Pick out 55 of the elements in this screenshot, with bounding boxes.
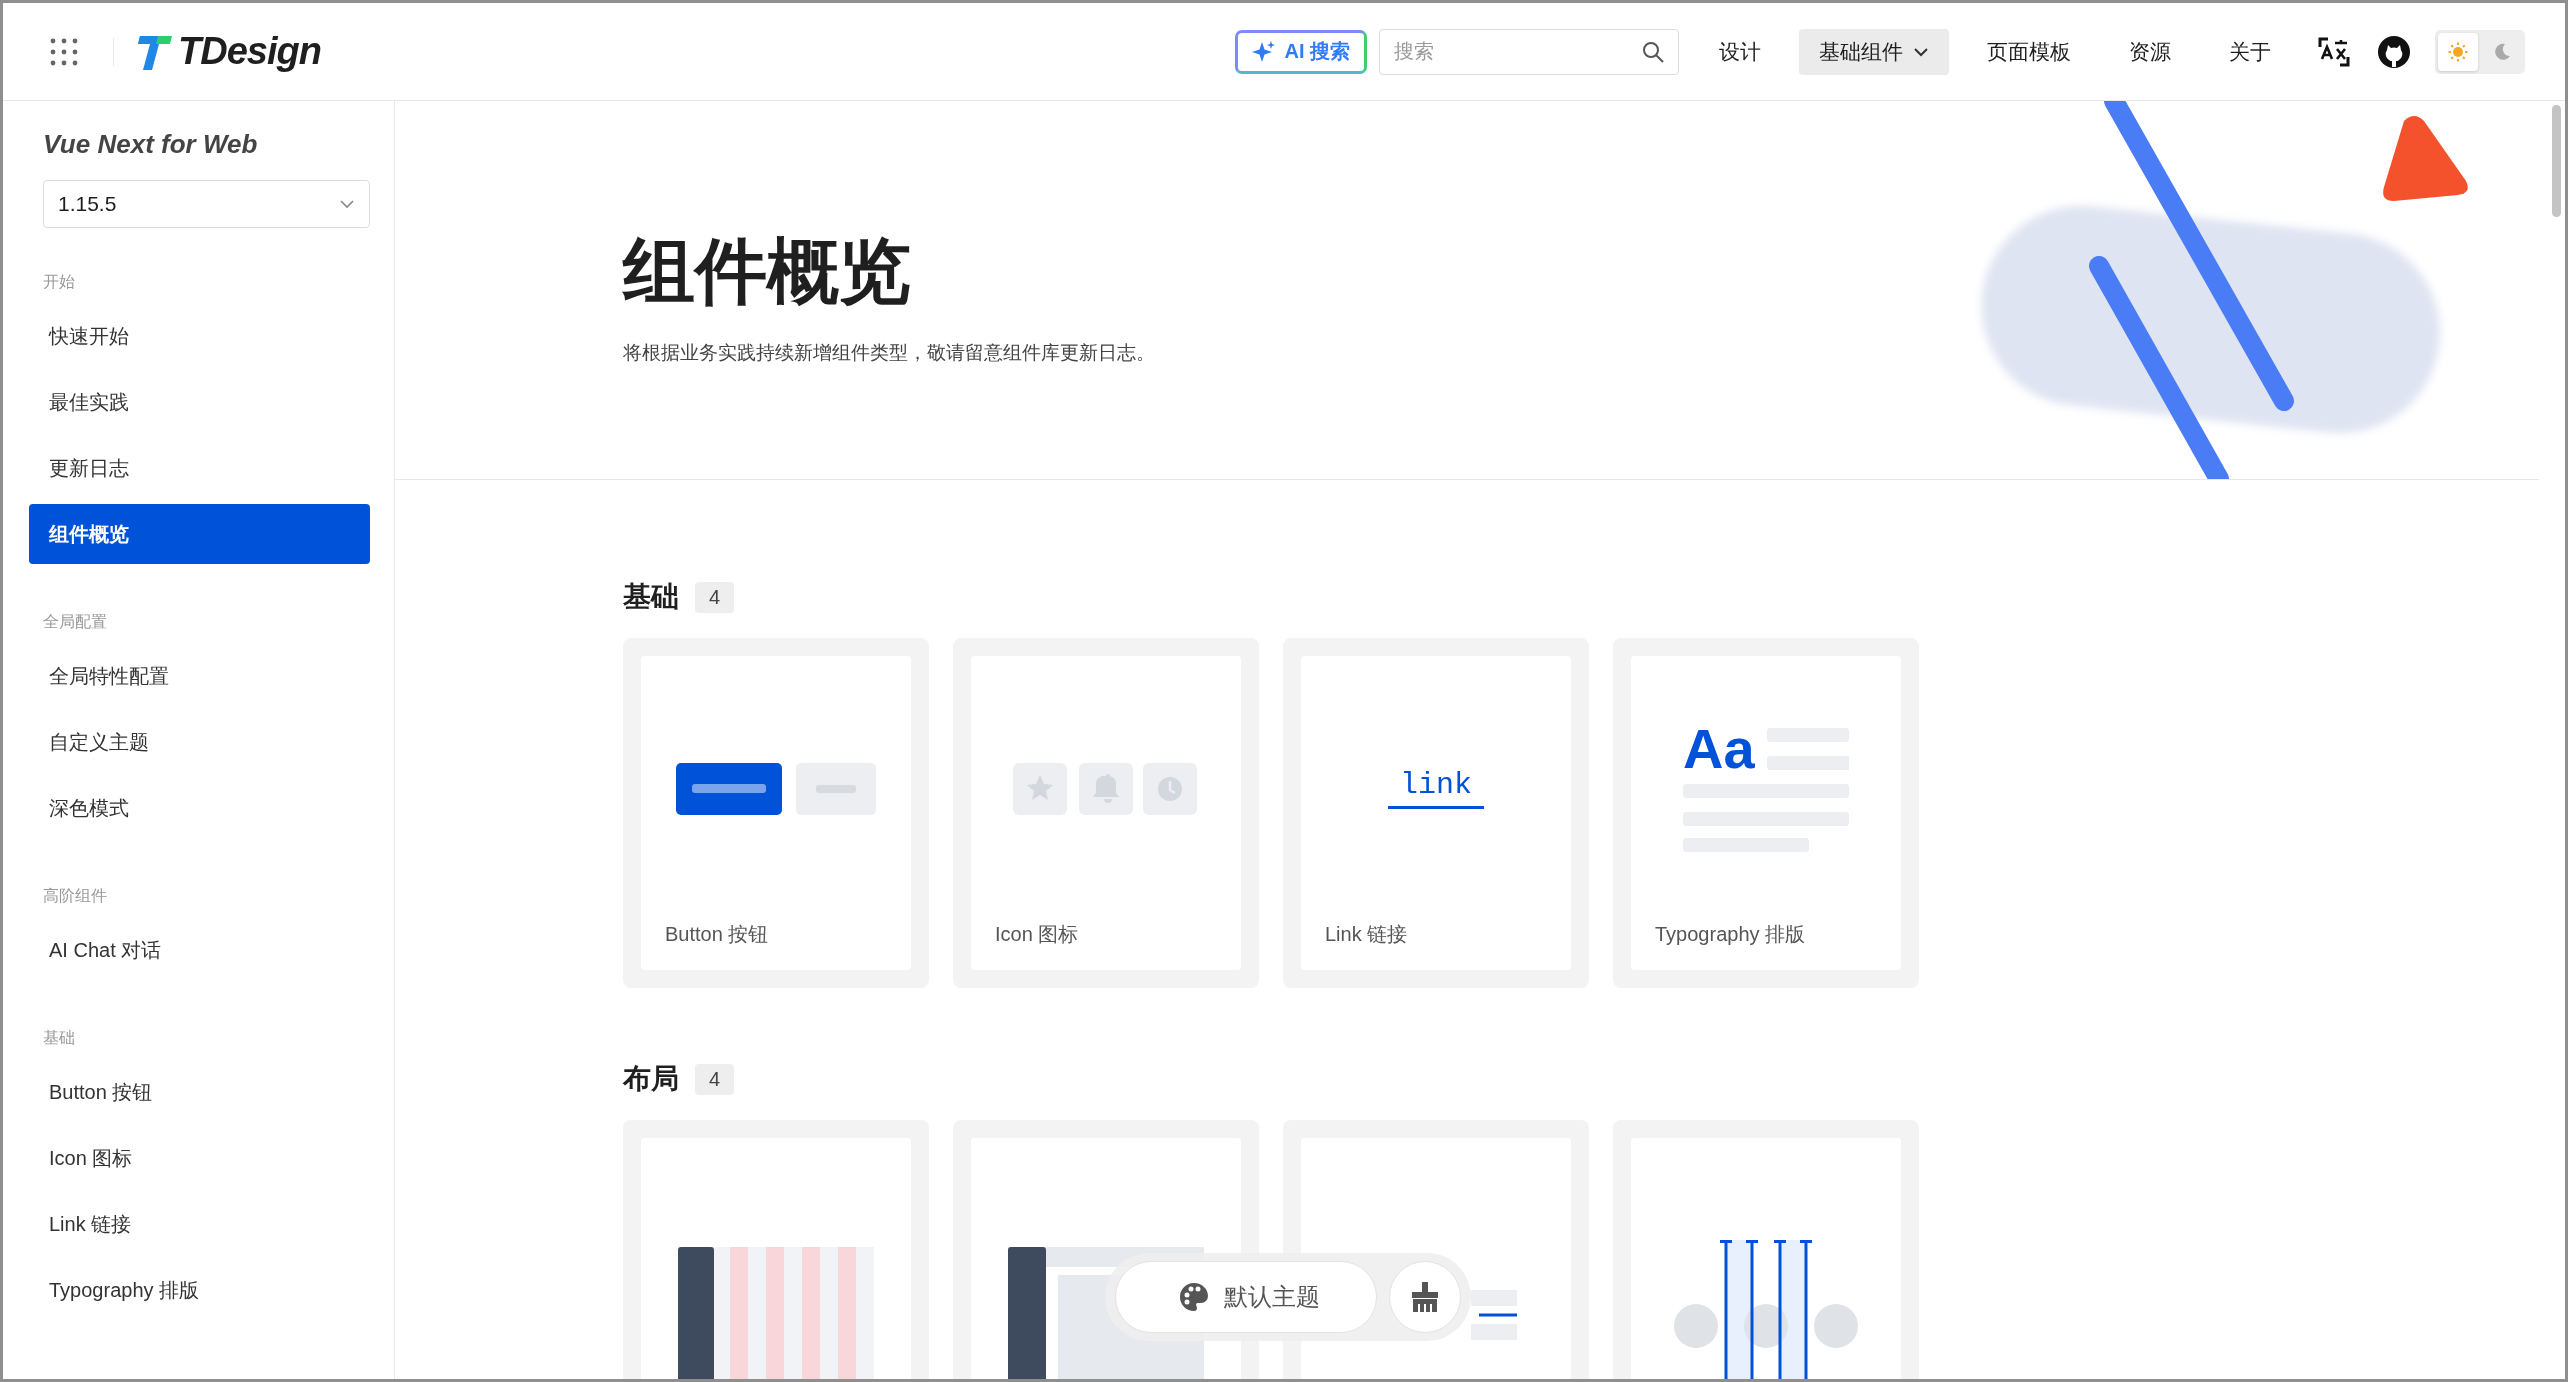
sidebar-item[interactable]: Icon 图标 xyxy=(29,1128,370,1188)
nav-link[interactable]: 页面模板 xyxy=(1967,28,2091,75)
version-select[interactable]: 1.15.5 xyxy=(43,180,370,228)
card-label: Typography 排版 xyxy=(1654,922,1807,947)
app-grid-icon[interactable] xyxy=(49,36,79,67)
card-label: Link 链接 xyxy=(1324,922,1409,947)
brush-button[interactable] xyxy=(1389,1261,1461,1333)
ai-search-button[interactable]: AI 搜索 xyxy=(1235,29,1367,74)
sidebar-item[interactable]: 自定义主题 xyxy=(29,712,370,772)
sidebar-item[interactable]: 更新日志 xyxy=(29,438,370,498)
sidebar-item[interactable]: Typography 排版 xyxy=(29,1260,370,1320)
search-field[interactable]: 搜索 xyxy=(1379,28,1679,75)
sidebar-title: Vue Next for Web xyxy=(42,129,259,160)
component-card[interactable]: Button 按钮 xyxy=(623,638,929,988)
component-card[interactable] xyxy=(623,1120,929,1379)
sidebar-group-label: 高阶组件 xyxy=(42,886,108,906)
moon-icon xyxy=(2492,41,2512,62)
search-icon xyxy=(1641,39,1665,64)
theme-button[interactable]: 默认主题 xyxy=(1115,1261,1377,1333)
page-subtitle: 将根据业务实践持续新增组件类型，敬请留意组件库更新日志。 xyxy=(623,341,1155,365)
sidebar-item[interactable]: 最佳实践 xyxy=(29,372,370,432)
nav-link[interactable]: 关于 xyxy=(2209,28,2291,75)
sparkle-icon xyxy=(1252,39,1277,64)
chevron-down-icon xyxy=(1913,46,1929,57)
sidebar-group-label: 基础 xyxy=(42,1028,76,1048)
sidebar-item[interactable]: 全局特性配置 xyxy=(29,646,370,706)
nav-link[interactable]: 资源 xyxy=(2109,28,2191,75)
chevron-down-icon xyxy=(339,199,355,209)
component-card[interactable]: link Link 链接 xyxy=(1283,638,1589,988)
sidebar-group-label: 全局配置 xyxy=(42,612,108,632)
card-label: Button 按钮 xyxy=(664,922,770,947)
scrollbar-thumb[interactable] xyxy=(2552,105,2561,217)
component-card[interactable]: Icon 图标 xyxy=(953,638,1259,988)
component-card[interactable]: Aa Typography 排版 xyxy=(1613,638,1919,988)
count-badge: 4 xyxy=(695,1063,735,1095)
logo-text: TDesign xyxy=(178,30,321,73)
github-icon[interactable] xyxy=(2377,34,2411,69)
page-title: 组件概览 xyxy=(623,230,912,313)
section-title: 基础 xyxy=(623,580,679,614)
sidebar-item[interactable]: 深色模式 xyxy=(29,778,370,838)
nav-link[interactable]: 基础组件 xyxy=(1799,28,1949,75)
typography-sample: Aa xyxy=(1683,715,1755,781)
sidebar-item[interactable]: AI Chat 对话 xyxy=(29,920,370,980)
sidebar-item[interactable]: Button 按钮 xyxy=(29,1062,370,1122)
palette-icon xyxy=(1178,1281,1210,1313)
sidebar-group-label: 开始 xyxy=(42,272,76,292)
sidebar-item[interactable]: 组件概览 xyxy=(29,504,370,564)
nav-link[interactable]: 设计 xyxy=(1699,28,1781,75)
count-badge: 4 xyxy=(695,581,735,613)
sun-icon xyxy=(2447,40,2469,63)
sidebar-item[interactable]: 快速开始 xyxy=(29,306,370,366)
section-title: 布局 xyxy=(623,1062,679,1096)
sidebar-item[interactable]: Link 链接 xyxy=(29,1194,370,1254)
card-label: Icon 图标 xyxy=(994,922,1080,947)
link-sample: link xyxy=(1388,768,1484,809)
